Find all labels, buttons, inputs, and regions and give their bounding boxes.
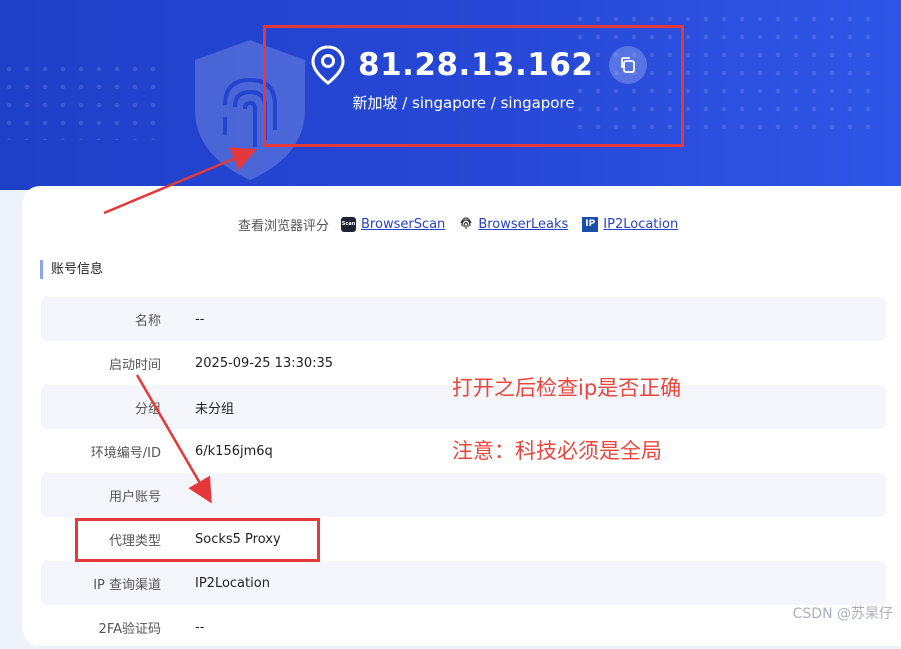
watermark: CSDN @苏杲仔	[792, 606, 893, 622]
annotation-arrows	[103, 147, 257, 504]
arrow-to-proxy	[135, 374, 212, 504]
arrow-to-ip	[103, 147, 257, 215]
